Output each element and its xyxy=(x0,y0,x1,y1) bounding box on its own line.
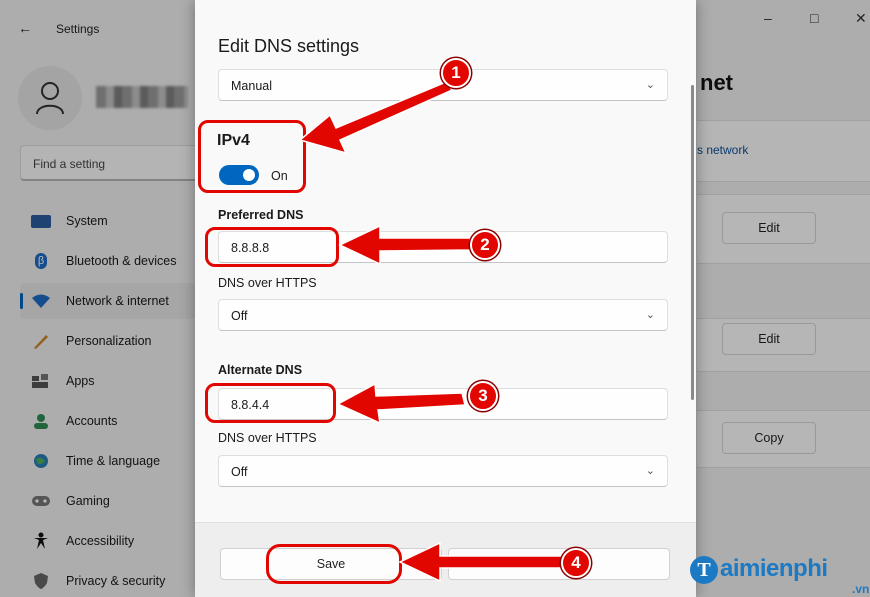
watermark-text: aimienphi xyxy=(720,555,828,582)
watermark-suffix: .vn xyxy=(852,582,870,596)
arrow-4 xyxy=(398,541,563,583)
arrow-2 xyxy=(338,224,471,266)
watermark-logo-icon: T xyxy=(690,556,718,584)
screen: ← Settings – □ ✕ Find a setting System β… xyxy=(0,0,870,597)
step-marker-4: 4 xyxy=(561,548,591,578)
step-marker-3: 3 xyxy=(468,381,498,411)
step-marker-2: 2 xyxy=(470,230,500,260)
arrow-3 xyxy=(336,382,466,425)
arrow-1 xyxy=(298,81,454,155)
step-marker-1: 1 xyxy=(441,58,471,88)
annotation-arrows xyxy=(298,81,563,583)
watermark: T aimienphi xyxy=(690,555,828,584)
